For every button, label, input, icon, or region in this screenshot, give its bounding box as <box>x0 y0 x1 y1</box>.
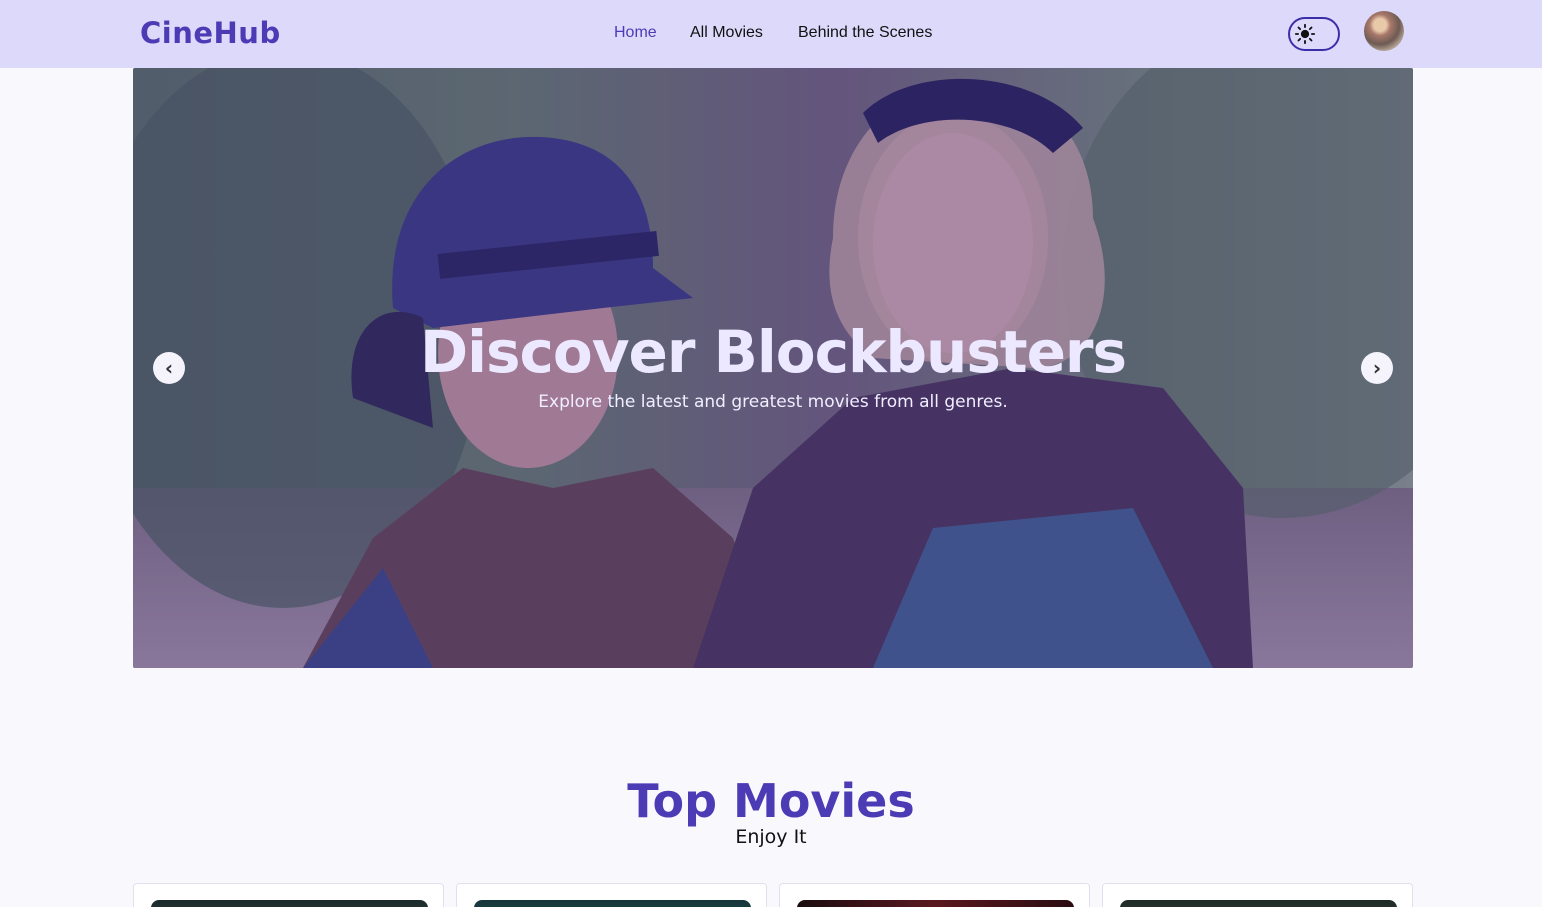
movie-card[interactable] <box>456 883 767 907</box>
hero-title: Discover Blockbusters <box>419 318 1127 386</box>
hero-carousel: Discover Blockbusters Explore the latest… <box>133 68 1413 668</box>
nav-behind-the-scenes-link[interactable]: Behind the Scenes <box>798 24 932 42</box>
movie-poster <box>151 900 428 907</box>
carousel-prev-button[interactable]: ‹ <box>153 352 185 384</box>
hero-subtitle: Explore the latest and greatest movies f… <box>538 392 1008 412</box>
navbar: CineHub Home All Movies Behind the Scene… <box>0 0 1542 68</box>
chevron-right-icon: › <box>1372 356 1382 380</box>
carousel-next-button[interactable]: › <box>1361 352 1393 384</box>
theme-toggle[interactable] <box>1288 17 1340 51</box>
section-title: Top Movies <box>627 774 915 828</box>
movie-poster <box>474 900 751 907</box>
movie-card[interactable] <box>779 883 1090 907</box>
nav-all-movies-link[interactable]: All Movies <box>690 24 763 42</box>
sun-icon <box>1294 23 1316 45</box>
chevron-left-icon: ‹ <box>164 356 174 380</box>
movie-card[interactable] <box>133 883 444 907</box>
movie-poster <box>1120 900 1397 907</box>
nav-home-link[interactable]: Home <box>614 24 657 42</box>
section-subtitle: Enjoy It <box>735 826 807 848</box>
user-avatar[interactable] <box>1364 11 1404 51</box>
movie-poster <box>797 900 1074 907</box>
movie-card[interactable] <box>1102 883 1413 907</box>
